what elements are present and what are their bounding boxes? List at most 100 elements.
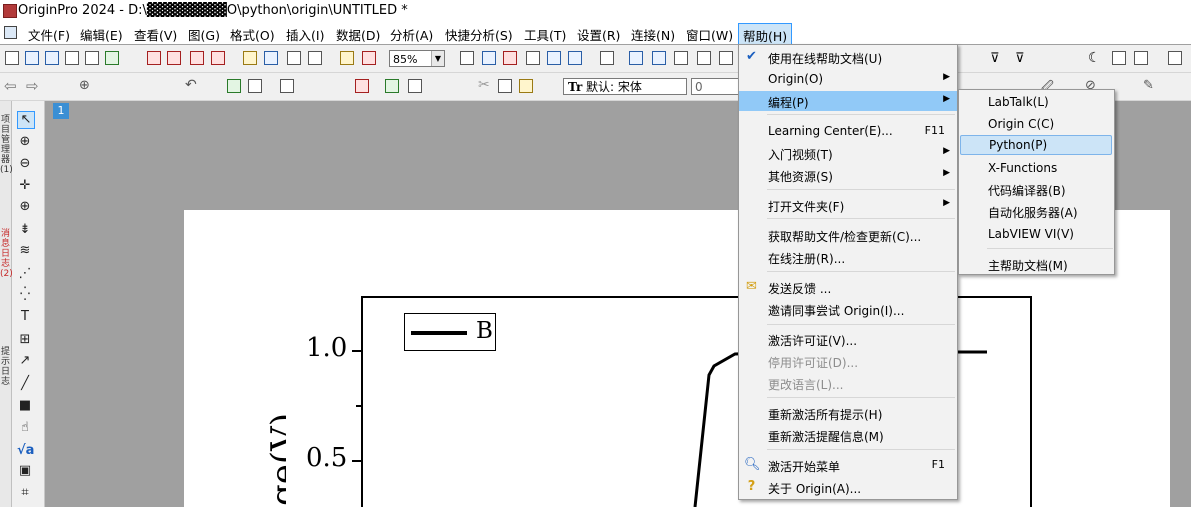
menu-tools[interactable]: 工具(T) bbox=[524, 25, 566, 44]
menu-item-programming[interactable]: 编程(P) ▶ bbox=[739, 91, 957, 111]
menu-view[interactable]: 查看(V) bbox=[134, 25, 177, 44]
grid-icon[interactable] bbox=[280, 79, 294, 93]
mask-icon[interactable]: ≋ bbox=[17, 243, 33, 259]
results-log-icon[interactable] bbox=[600, 51, 614, 65]
arrange-icon[interactable] bbox=[385, 79, 399, 93]
insert-graph-icon[interactable]: ▣ bbox=[17, 463, 33, 479]
window-number-badge[interactable]: 1 bbox=[53, 103, 69, 119]
draw-data-icon[interactable]: ⋰ bbox=[17, 266, 33, 282]
new-layout-icon[interactable] bbox=[167, 51, 181, 65]
menu-file[interactable]: 文件(F) bbox=[28, 25, 70, 44]
menu-item-send-feedback[interactable]: ✉ 发送反馈 ... bbox=[739, 277, 957, 297]
reader-dots-icon[interactable]: ⁛ bbox=[17, 287, 33, 303]
menu-item-activate-start-menu[interactable]: 🔍︎ 激活开始菜单 F1 bbox=[739, 455, 957, 475]
moon-icon[interactable]: ☾ bbox=[1088, 50, 1101, 66]
copy-format-icon[interactable] bbox=[1112, 51, 1126, 65]
project-explorer-icon[interactable] bbox=[568, 51, 582, 65]
menu-format[interactable]: 格式(O) bbox=[230, 25, 275, 44]
legend[interactable]: B bbox=[404, 313, 496, 351]
menu-item-online-help[interactable]: ✔ 使用在线帮助文档(U) bbox=[739, 47, 957, 67]
new-graph-icon[interactable] bbox=[147, 51, 161, 65]
message-log-tab[interactable]: 消息日志 (2) bbox=[0, 229, 13, 279]
save-project-icon[interactable] bbox=[287, 51, 301, 65]
arrow-tool-icon[interactable]: ↗ bbox=[17, 353, 33, 369]
rescale-icon[interactable] bbox=[355, 79, 369, 93]
zoom-combo[interactable]: 85% ▼ bbox=[389, 50, 445, 67]
arrow-left-icon[interactable]: ⇦ bbox=[4, 77, 17, 95]
submenu-item-code-builder[interactable]: 代码编译器(B) bbox=[959, 179, 1114, 199]
menu-data[interactable]: 数据(D) bbox=[336, 25, 380, 44]
layer-icon[interactable] bbox=[1168, 51, 1182, 65]
menu-edit[interactable]: 编辑(E) bbox=[80, 25, 123, 44]
save-window-icon[interactable] bbox=[308, 51, 322, 65]
font-name-combo[interactable]: Tr 默认: 宋体 bbox=[563, 78, 687, 95]
menu-insert[interactable]: 插入(I) bbox=[286, 25, 324, 44]
new-project-icon[interactable] bbox=[5, 51, 19, 65]
line-tool-icon[interactable]: ╱ bbox=[17, 376, 33, 392]
menu-analysis[interactable]: 分析(A) bbox=[390, 25, 433, 44]
menu-item-other-resources[interactable]: 其他资源(S) ▶ bbox=[739, 165, 957, 185]
new-function-icon[interactable] bbox=[105, 51, 119, 65]
zoom-out-icon[interactable]: ⊖ bbox=[17, 156, 33, 172]
menu-doc-icon[interactable] bbox=[4, 26, 17, 39]
menu-item-open-folder[interactable]: 打开文件夹(F) ▶ bbox=[739, 195, 957, 215]
menu-item-invite-colleague[interactable]: 邀请同事尝试 Origin(I)... bbox=[739, 299, 957, 319]
import-icon[interactable] bbox=[340, 51, 354, 65]
smart-hint-tab[interactable]: 提示日志 bbox=[0, 347, 11, 387]
submenu-item-automation-server[interactable]: 自动化服务器(A) bbox=[959, 201, 1114, 221]
arrow-right-icon[interactable]: ⇨ bbox=[26, 77, 39, 95]
submenu-item-labview[interactable]: LabVIEW VI(V) bbox=[959, 224, 1114, 244]
table-tool-icon[interactable]: ⌗ bbox=[17, 485, 33, 501]
menu-item-learning-center[interactable]: Learning Center(E)... F11 bbox=[739, 121, 957, 141]
screen-reader-icon[interactable]: ✛ bbox=[17, 178, 33, 194]
add-data-icon[interactable] bbox=[227, 79, 241, 93]
menu-quick-analysis[interactable]: 快捷分析(S) bbox=[445, 25, 513, 44]
filter-icon[interactable]: ⊽ bbox=[990, 51, 1000, 66]
paste-icon[interactable] bbox=[519, 79, 533, 93]
copy-page-icon[interactable] bbox=[482, 51, 496, 65]
line-color-icon[interactable]: ✎ bbox=[1143, 78, 1154, 93]
menu-item-online-register[interactable]: 在线注册(R)... bbox=[739, 247, 957, 267]
script-window-icon[interactable] bbox=[697, 51, 711, 65]
submenu-item-labtalk[interactable]: LabTalk(L) bbox=[959, 92, 1114, 112]
refresh-icon[interactable] bbox=[526, 51, 540, 65]
data-reader-icon[interactable]: ⊕ bbox=[17, 199, 33, 215]
new-matrix-book-icon[interactable] bbox=[85, 51, 99, 65]
console-icon[interactable] bbox=[719, 51, 733, 65]
cut-icon[interactable]: ✂ bbox=[478, 77, 490, 93]
plot-setup-icon[interactable] bbox=[248, 79, 262, 93]
new-excel-icon[interactable] bbox=[45, 51, 59, 65]
menu-item-origin[interactable]: Origin(O) ▶ bbox=[739, 69, 957, 89]
new-notes-icon[interactable] bbox=[190, 51, 204, 65]
clear-filter-icon[interactable]: ⊽ bbox=[1015, 51, 1025, 66]
data-selector-icon[interactable]: ⇟ bbox=[17, 222, 33, 238]
recalculate-icon[interactable] bbox=[362, 51, 376, 65]
rectangle-tool-icon[interactable]: ■ bbox=[17, 398, 33, 414]
new-matrix-icon[interactable] bbox=[65, 51, 79, 65]
notes-icon[interactable] bbox=[674, 51, 688, 65]
submenu-item-main-help[interactable]: 主帮助文档(M) bbox=[959, 254, 1114, 274]
menu-graph[interactable]: 图(G) bbox=[188, 25, 220, 44]
y-axis-title[interactable]: ge(V) bbox=[226, 410, 286, 507]
equation-tool-icon[interactable]: √a bbox=[17, 443, 34, 459]
print-icon[interactable] bbox=[460, 51, 474, 65]
pointer-tool-icon[interactable]: ↖ bbox=[17, 111, 35, 129]
zoom-in-icon[interactable]: ⊕ bbox=[17, 134, 33, 150]
menu-item-reactivate-reminders[interactable]: 重新激活提醒信息(M) bbox=[739, 425, 957, 445]
group-icon[interactable] bbox=[408, 79, 422, 93]
menu-item-intro-videos[interactable]: 入门视频(T) ▶ bbox=[739, 143, 957, 163]
menu-connect[interactable]: 连接(N) bbox=[631, 25, 675, 44]
add-layer-icon[interactable]: ⊕ bbox=[79, 78, 90, 93]
code-builder-icon[interactable] bbox=[652, 51, 666, 65]
menu-window[interactable]: 窗口(W) bbox=[686, 25, 733, 44]
chevron-down-icon[interactable]: ▼ bbox=[431, 51, 444, 66]
text-tool-icon[interactable]: T bbox=[17, 309, 33, 325]
paste-format-icon[interactable] bbox=[1134, 51, 1148, 65]
submenu-item-origin-c[interactable]: Origin C(C) bbox=[959, 114, 1114, 134]
copy-icon[interactable] bbox=[498, 79, 512, 93]
submenu-item-x-functions[interactable]: X-Functions bbox=[959, 158, 1114, 178]
undo-icon[interactable]: ↶ bbox=[185, 77, 197, 93]
new-workbook-template-icon[interactable] bbox=[211, 51, 225, 65]
menu-item-reactivate-hints[interactable]: 重新激活所有提示(H) bbox=[739, 403, 957, 423]
export-graph-icon[interactable] bbox=[503, 51, 517, 65]
